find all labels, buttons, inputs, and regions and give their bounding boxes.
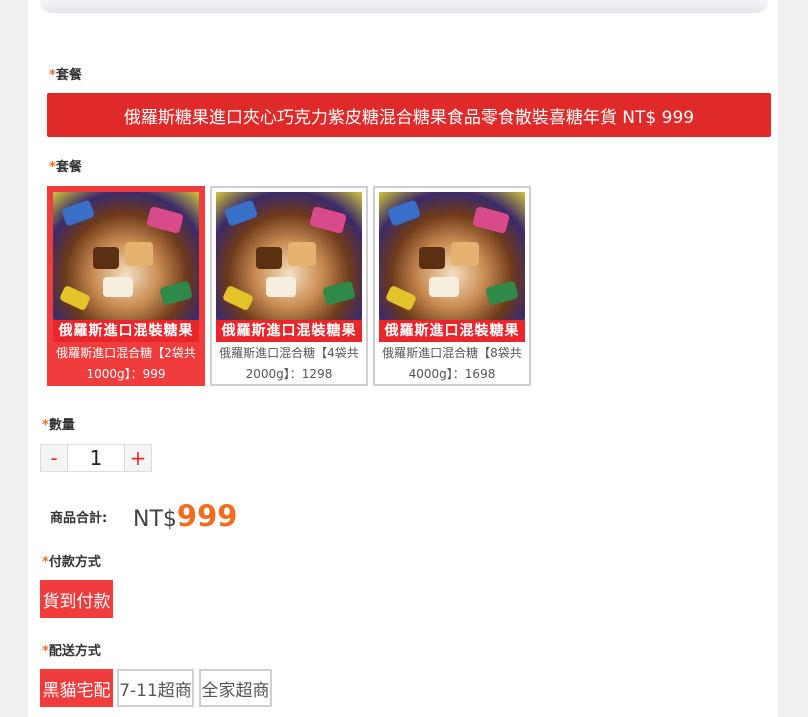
product-thumbnail: 俄羅斯進口混裝糖果 [53,192,199,342]
package-options: 俄羅斯進口混裝糖果 俄羅斯進口混合糖【2袋共 1000g】：999 俄羅斯進口混裝… [47,186,531,386]
option-text: 俄羅斯進口混合糖【4袋共 2000g】：1298 [219,346,359,381]
increment-button[interactable]: + [125,445,151,471]
package-option-8-bags[interactable]: 俄羅斯進口混裝糖果 俄羅斯進口混合糖【8袋共 4000g】：1698 [373,186,531,386]
thumbnail-caption: 俄羅斯進口混裝糖果 [53,320,199,342]
decrement-button[interactable]: - [41,445,67,471]
thumbnail-caption: 俄羅斯進口混裝糖果 [379,320,525,342]
currency-symbol: NT$ [133,507,177,532]
product-image-bottom-edge [40,0,768,13]
package-label: *套餐 [49,68,82,83]
payment-option-cod[interactable]: 貨到付款 [40,580,113,618]
quantity-label: *數量 [42,418,75,433]
shipping-option-711[interactable]: 7-11超商 [117,669,194,707]
shipping-option-black-cat[interactable]: 黑貓宅配 [40,669,113,707]
package-banner-text: 俄羅斯糖果進口夾心巧克力紫皮糖混合糖果食品零食散裝喜糖年貨 NT$ 999 [123,107,695,128]
package-option-label: *套餐 [49,160,82,175]
quantity-stepper: - 1 + [40,444,152,472]
option-text: 俄羅斯進口混合糖【8袋共 4000g】：1698 [382,346,522,381]
product-thumbnail: 俄羅斯進口混裝糖果 [379,192,525,342]
package-option-4-bags[interactable]: 俄羅斯進口混裝糖果 俄羅斯進口混合糖【4袋共 2000g】：1298 [210,186,368,386]
subtotal-amount: 999 [176,499,238,533]
shipping-label: *配送方式 [42,644,101,659]
payment-label: *付款方式 [42,555,101,570]
option-text: 俄羅斯進口混合糖【2袋共 1000g】：999 [56,346,196,381]
thumbnail-caption: 俄羅斯進口混裝糖果 [216,320,362,342]
product-thumbnail: 俄羅斯進口混裝糖果 [216,192,362,342]
package-select-button[interactable]: 俄羅斯糖果進口夾心巧克力紫皮糖混合糖果食品零食散裝喜糖年貨 NT$ 999 [47,93,771,137]
package-option-2-bags[interactable]: 俄羅斯進口混裝糖果 俄羅斯進口混合糖【2袋共 1000g】：999 [47,186,205,386]
subtotal-value: NT$ 999 [133,499,237,533]
subtotal-label: 商品合計: [50,511,108,526]
quantity-input[interactable]: 1 [67,445,125,471]
shipping-option-family-mart[interactable]: 全家超商 [199,669,272,707]
